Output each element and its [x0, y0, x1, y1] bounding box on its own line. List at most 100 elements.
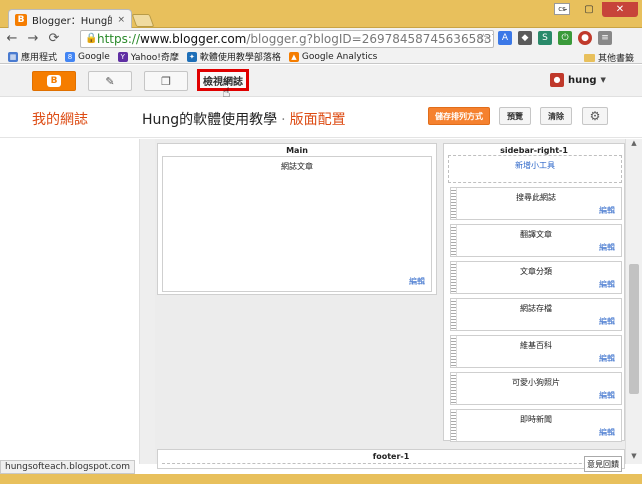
power-extension-icon[interactable]: ⏻	[558, 31, 572, 45]
layout-content: Main 網誌文章 編輯 sidebar-right-1 新增小工具 搜尋此網誌…	[0, 139, 625, 469]
tab-close-icon[interactable]: ×	[117, 15, 125, 25]
clear-button[interactable]: 清除	[540, 107, 572, 125]
main-section: Main 網誌文章 編輯	[157, 143, 437, 295]
main-section-header: Main	[286, 146, 308, 155]
edit-link[interactable]: 編輯	[599, 390, 615, 401]
browser-toolbar: ← → ⟳ 🔒 https://www.blogger.com/blogger.…	[0, 28, 642, 50]
gadget-title: 網誌存檔	[520, 304, 552, 313]
drag-handle[interactable]	[451, 373, 457, 404]
window-bottom-border	[0, 474, 642, 484]
blogger-header: B ✎ ❐ 檢視網誌 ☝ ● hung ▼	[0, 65, 642, 101]
gadget-title: 文章分類	[520, 267, 552, 276]
edit-link[interactable]: 編輯	[599, 353, 615, 364]
close-window-icon[interactable]: ✕	[602, 2, 638, 17]
user-menu[interactable]: ● hung ▼	[550, 73, 606, 87]
gadget-wikipedia[interactable]: 維基百科 編輯	[450, 335, 622, 368]
my-blogs-link[interactable]: 我的網誌	[32, 109, 88, 129]
title-separator: ·	[281, 112, 286, 128]
left-sidebar	[0, 139, 140, 464]
blogger-logo-icon: B	[47, 75, 61, 87]
blogger-home-button[interactable]: B	[32, 71, 76, 91]
edit-link[interactable]: 編輯	[599, 205, 615, 216]
edit-link[interactable]: 編輯	[599, 279, 615, 290]
drag-handle[interactable]	[451, 299, 457, 330]
bookmark-yahoo[interactable]: Y Yahoo!奇摩	[117, 50, 179, 63]
lock-icon: 🔒	[85, 33, 98, 44]
scroll-down-icon[interactable]: ▼	[626, 452, 642, 464]
drag-handle[interactable]	[451, 410, 457, 441]
preview-button[interactable]: 預覽	[499, 107, 531, 125]
gadget-title: 維基百科	[520, 341, 552, 350]
footer-drop-zone	[162, 463, 622, 469]
menu-icon[interactable]: ≡	[598, 31, 612, 45]
edit-link[interactable]: 編輯	[409, 276, 425, 287]
translate-extension-icon[interactable]: A	[498, 31, 512, 45]
user-name: hung	[568, 74, 597, 86]
posts-list-button[interactable]: ❐	[144, 71, 188, 91]
caret-down-icon: ▼	[600, 76, 606, 84]
bookmarks-bar: ▦ 應用程式 8 Google Y Yahoo!奇摩 ✦ 軟體使用教學部落格 ▲ Goog…	[0, 50, 642, 64]
bookmark-blog[interactable]: ✦ 軟體使用教學部落格	[186, 50, 281, 63]
sidebar-section-header: sidebar-right-1	[500, 146, 568, 155]
yahoo-icon: Y	[117, 51, 128, 62]
drag-handle[interactable]	[451, 225, 457, 256]
extension-icon[interactable]: ◆	[518, 31, 532, 45]
gadget-search[interactable]: 搜尋此網誌 編輯	[450, 187, 622, 220]
address-bar[interactable]: 🔒 https://www.blogger.com/blogger.g?blog…	[80, 30, 494, 48]
gadget-title: 即時新聞	[520, 415, 552, 424]
window-controls: – ▢ ✕	[554, 2, 638, 17]
new-tab-button[interactable]	[131, 14, 155, 27]
folder-icon	[583, 53, 595, 62]
avatar: ●	[550, 73, 564, 87]
url-text: https://www.blogger.com/blogger.g?blogID…	[97, 32, 493, 46]
bookmark-google[interactable]: 8 Google	[65, 51, 110, 62]
minimize-icon[interactable]: –	[554, 2, 576, 17]
new-post-button[interactable]: ✎	[88, 71, 132, 91]
gadget-categories[interactable]: 文章分類 編輯	[450, 261, 622, 294]
drag-handle[interactable]	[451, 262, 457, 293]
drag-handle[interactable]	[451, 336, 457, 367]
blog-posts-gadget[interactable]: 網誌文章 編輯	[162, 156, 432, 292]
gadget-title: 可愛小狗照片	[512, 378, 560, 387]
browser-tab[interactable]: B Blogger：Hung的軟體使 ×	[8, 9, 132, 29]
save-arrangement-button[interactable]: 儲存排列方式	[428, 107, 490, 125]
blog-name: Hung的軟體使用教學	[142, 112, 278, 128]
blogger-favicon-icon: B	[15, 13, 27, 26]
blog-icon: ✦	[186, 51, 197, 62]
reload-icon[interactable]: ⟳	[45, 30, 63, 48]
bookmark-analytics[interactable]: ▲ Google Analytics	[288, 51, 377, 62]
gadget-archive[interactable]: 網誌存檔 編輯	[450, 298, 622, 331]
scroll-up-icon[interactable]: ▲	[626, 139, 642, 151]
feedback-button[interactable]: 意見回饋	[584, 456, 622, 472]
page-title: Hung的軟體使用教學 · 版面配置	[142, 109, 346, 129]
gadget-puppy-photos[interactable]: 可愛小狗照片 編輯	[450, 372, 622, 405]
back-arrow-icon[interactable]: ←	[3, 30, 21, 48]
tab-title: Blogger：Hung的軟體使	[32, 16, 113, 27]
edit-link[interactable]: 編輯	[599, 316, 615, 327]
settings-button[interactable]: ⚙	[582, 107, 608, 125]
gadget-translate[interactable]: 翻譯文章 編輯	[450, 224, 622, 257]
forward-arrow-icon[interactable]: →	[24, 30, 42, 48]
red-extension-icon[interactable]: ●	[578, 31, 592, 45]
blog-title-bar: 我的網誌 Hung的軟體使用教學 · 版面配置 儲存排列方式 預覽 清除 ⚙	[0, 98, 642, 138]
scrollbar-thumb[interactable]	[629, 264, 639, 394]
page-scrollbar[interactable]: ▲ ▼	[625, 139, 642, 464]
footer-section-header: footer-1	[372, 452, 410, 461]
analytics-icon: ▲	[288, 51, 299, 62]
bookmark-star-icon[interactable]: ☆	[478, 31, 489, 45]
edit-link[interactable]: 編輯	[599, 427, 615, 438]
browser-titlebar: B Blogger：Hung的軟體使 × cs – ▢ ✕	[0, 0, 642, 29]
other-bookmarks[interactable]: 其他書籤	[583, 51, 634, 64]
edit-link[interactable]: 編輯	[599, 242, 615, 253]
drag-handle[interactable]	[451, 188, 457, 219]
google-icon: 8	[65, 51, 76, 62]
gear-icon: ⚙	[589, 109, 601, 123]
sync-extension-icon[interactable]: S	[538, 31, 552, 45]
bookmark-apps[interactable]: ▦ 應用程式	[8, 50, 57, 63]
gadget-news[interactable]: 即時新聞 編輯	[450, 409, 622, 442]
extension-icons: A ◆ S ⏻ ● ≡	[498, 31, 612, 45]
add-gadget-link[interactable]: 新增小工具	[448, 155, 622, 183]
maximize-icon[interactable]: ▢	[578, 2, 600, 17]
apps-icon: ▦	[8, 51, 18, 62]
layout-canvas: Main 網誌文章 編輯 sidebar-right-1 新增小工具 搜尋此網誌…	[155, 139, 625, 469]
